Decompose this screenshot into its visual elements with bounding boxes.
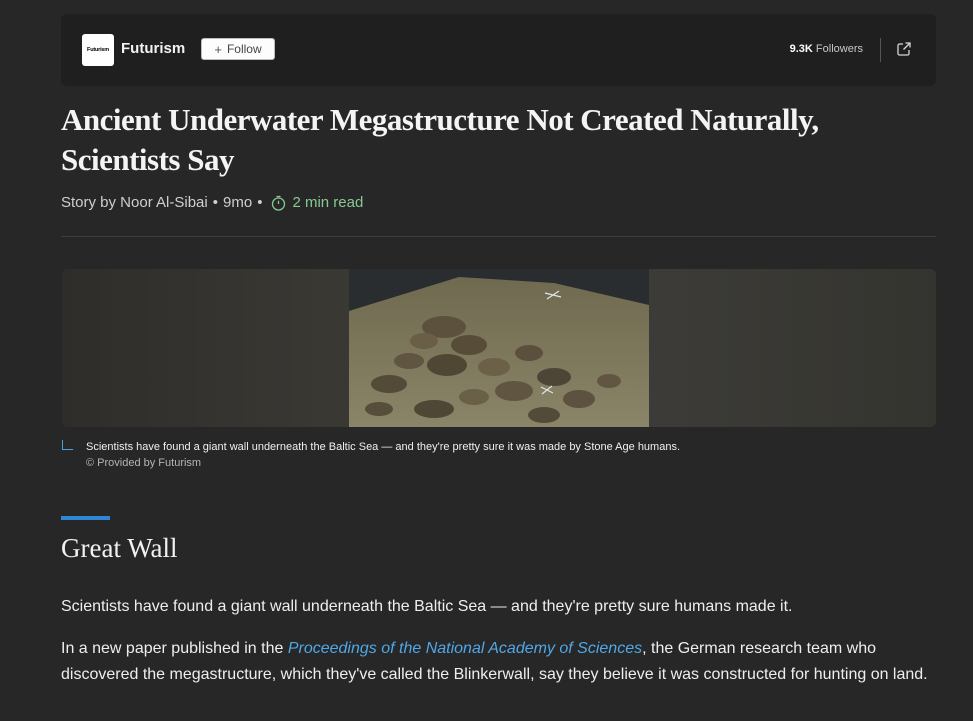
- byline: Story by Noor Al-Sibai • 9mo • 2 min rea…: [61, 194, 363, 211]
- publisher-logo[interactable]: Futurism: [82, 34, 114, 66]
- caption-credit: © Provided by Futurism: [86, 457, 202, 469]
- divider: [880, 38, 881, 62]
- read-time: 2 min read: [271, 194, 363, 211]
- caption-text: Scientists have found a giant wall under…: [86, 441, 681, 453]
- section-accent-bar: [61, 516, 110, 520]
- article-age: 9mo: [223, 194, 253, 211]
- seafloor-photo: [349, 269, 649, 427]
- followers-label: Followers: [815, 43, 863, 55]
- timer-icon: [272, 195, 286, 211]
- publisher-bar: Futurism Futurism + Follow 9.3K Follower…: [61, 14, 936, 86]
- paragraph-2: In a new paper published in the Proceedi…: [61, 636, 931, 688]
- follow-label: Follow: [226, 42, 262, 56]
- header-divider: [61, 236, 936, 237]
- share-icon[interactable]: [896, 41, 912, 57]
- publisher-name[interactable]: Futurism: [121, 40, 185, 57]
- paragraph-1: Scientists have found a giant wall under…: [61, 598, 793, 615]
- article-image[interactable]: [62, 269, 936, 427]
- paragraph-2-prefix: In a new paper published in the: [61, 640, 288, 657]
- byline-author[interactable]: Story by Noor Al-Sibai: [61, 194, 208, 211]
- byline-separator: •: [212, 194, 218, 211]
- caption-corner-icon: [62, 440, 73, 450]
- followers-count: 9.3K Followers: [790, 43, 863, 55]
- section-heading: Great Wall: [61, 533, 178, 563]
- pnas-link[interactable]: Proceedings of the National Academy of S…: [288, 640, 642, 657]
- read-time-label: 2 min read: [292, 194, 364, 211]
- followers-number: 9.3K: [789, 43, 813, 55]
- follow-button[interactable]: + Follow: [201, 38, 275, 60]
- byline-separator: •: [257, 194, 263, 211]
- plus-icon: +: [214, 41, 222, 57]
- publisher-logo-text: Futurism: [87, 47, 109, 53]
- article-headline: Ancient Underwater Megastructure Not Cre…: [61, 102, 819, 177]
